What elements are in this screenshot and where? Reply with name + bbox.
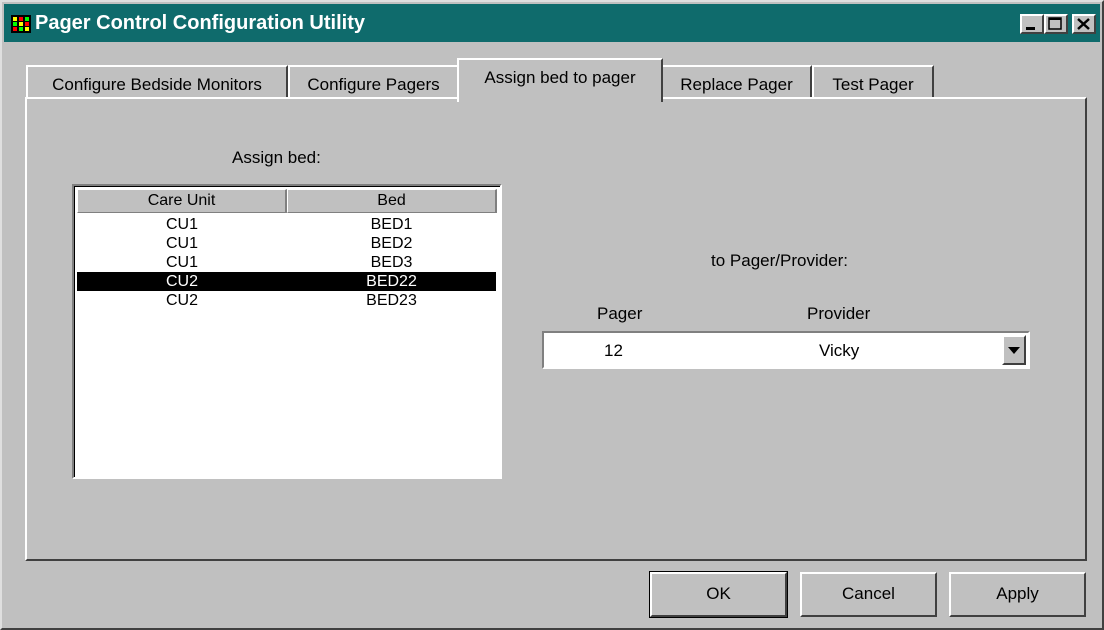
apply-button[interactable]: Apply: [949, 572, 1086, 617]
selected-pager-value: 12: [604, 341, 623, 360]
pager-config-window: Pager Control Configuration Utility Conf…: [0, 0, 1104, 630]
close-button[interactable]: [1072, 14, 1096, 34]
pager-column-label: Pager: [597, 304, 643, 323]
list-item[interactable]: CU1 BED2: [77, 234, 496, 253]
bed-list[interactable]: Care Unit Bed CU1 BED1 CU1 BED2 CU1 BED3…: [72, 184, 502, 479]
combobox-dropdown-button[interactable]: [1002, 335, 1026, 365]
care-unit-cell: CU2: [165, 273, 198, 290]
care-unit-cell: CU1: [165, 254, 198, 271]
provider-column-label: Provider: [807, 304, 871, 323]
ok-button[interactable]: OK: [649, 571, 788, 618]
column-header-care-unit[interactable]: Care Unit: [77, 189, 287, 213]
tab-configure-bedside-monitors[interactable]: Configure Bedside Monitors: [26, 65, 288, 98]
maximize-button[interactable]: [1044, 14, 1068, 34]
column-header-bed[interactable]: Bed: [287, 189, 497, 213]
pager-provider-heading: to Pager/Provider:: [711, 251, 849, 270]
assign-bed-heading: Assign bed:: [232, 148, 321, 167]
maximize-icon: [1048, 17, 1062, 30]
bed-cell: BED23: [366, 292, 417, 309]
tab-configure-pagers[interactable]: Configure Pagers: [288, 65, 459, 98]
cancel-button[interactable]: Cancel: [800, 572, 937, 617]
tab-replace-pager[interactable]: Replace Pager: [661, 65, 812, 98]
bed-cell: BED2: [370, 235, 413, 252]
window-title: Pager Control Configuration Utility: [35, 12, 365, 34]
care-unit-cell: CU2: [165, 292, 198, 309]
minimize-icon: [1026, 27, 1035, 30]
bed-cell: BED1: [370, 216, 413, 233]
bed-cell: BED3: [370, 254, 413, 271]
tab-panel: Assign bed: Care Unit Bed CU1 BED1 CU1 B…: [25, 97, 1087, 561]
minimize-button[interactable]: [1020, 14, 1044, 34]
close-icon: [1077, 18, 1090, 30]
app-grid-icon: [11, 15, 31, 33]
list-item[interactable]: CU1 BED1: [77, 215, 496, 234]
selected-provider-value: Vicky: [819, 341, 860, 360]
care-unit-cell: CU1: [165, 216, 198, 233]
list-item[interactable]: CU2 BED23: [77, 291, 496, 310]
list-item-selected[interactable]: CU2 BED22: [77, 272, 496, 291]
tab-test-pager[interactable]: Test Pager: [812, 65, 934, 98]
tab-assign-bed-to-pager[interactable]: Assign bed to pager: [457, 58, 663, 102]
list-item[interactable]: CU1 BED3: [77, 253, 496, 272]
chevron-down-icon: [1008, 347, 1020, 354]
bed-cell: BED22: [366, 273, 417, 290]
title-bar[interactable]: Pager Control Configuration Utility: [4, 4, 1100, 42]
pager-provider-combobox[interactable]: 12 Vicky: [542, 331, 1030, 369]
care-unit-cell: CU1: [165, 235, 198, 252]
